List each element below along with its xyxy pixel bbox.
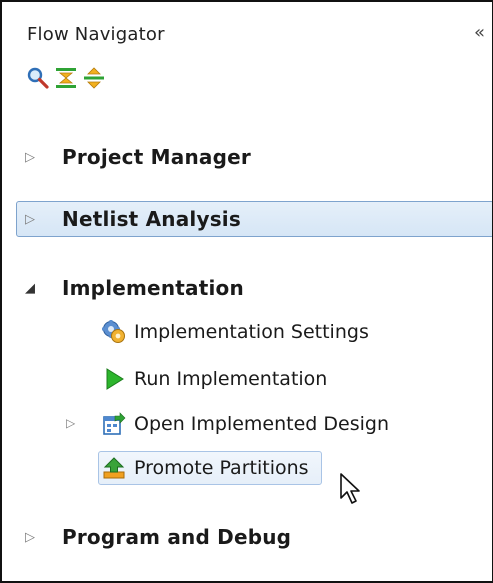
item-label: Open Implemented Design xyxy=(134,413,390,435)
collapse-panel-icon[interactable]: « xyxy=(474,22,485,43)
gear-settings-icon xyxy=(102,320,125,343)
item-label: Run Implementation xyxy=(134,368,328,390)
implementation-settings-item[interactable]: Implementation Settings xyxy=(102,316,369,348)
collapse-triangle-icon[interactable]: ◢ xyxy=(20,281,40,296)
expand-triangle-icon[interactable]: ▷ xyxy=(20,212,40,227)
item-label: Implementation Settings xyxy=(134,321,369,343)
collapse-all-icon[interactable] xyxy=(54,66,78,90)
run-implementation-item[interactable]: Run Implementation xyxy=(102,363,327,395)
play-icon xyxy=(106,368,124,390)
panel-title: Flow Navigator xyxy=(27,24,165,45)
section-program-and-debug[interactable]: ▷ Program and Debug xyxy=(18,519,291,555)
expand-triangle-icon[interactable]: ▷ xyxy=(20,150,40,165)
promote-partitions-item[interactable]: Promote Partitions xyxy=(98,451,322,485)
section-label: Netlist Analysis xyxy=(62,207,241,231)
expand-triangle-icon[interactable]: ▷ xyxy=(20,530,40,545)
section-label: Program and Debug xyxy=(62,525,292,549)
section-label: Implementation xyxy=(62,276,244,300)
mouse-pointer-icon xyxy=(340,473,360,504)
section-netlist-analysis[interactable]: ▷ Netlist Analysis xyxy=(16,201,492,237)
expand-triangle-icon[interactable]: ▷ xyxy=(66,416,75,430)
open-design-icon xyxy=(103,412,126,435)
open-implemented-design-item[interactable]: Open Implemented Design xyxy=(102,408,389,440)
search-icon[interactable] xyxy=(26,66,50,90)
expand-all-icon[interactable] xyxy=(82,66,106,90)
flow-navigator-panel: Flow Navigator « ▷ Project Manager ▷ Net… xyxy=(0,0,493,583)
promote-partitions-icon xyxy=(103,457,125,479)
section-project-manager[interactable]: ▷ Project Manager xyxy=(18,139,251,175)
section-label: Project Manager xyxy=(62,145,251,169)
section-implementation[interactable]: ◢ Implementation xyxy=(18,270,244,306)
item-label: Promote Partitions xyxy=(134,457,309,479)
